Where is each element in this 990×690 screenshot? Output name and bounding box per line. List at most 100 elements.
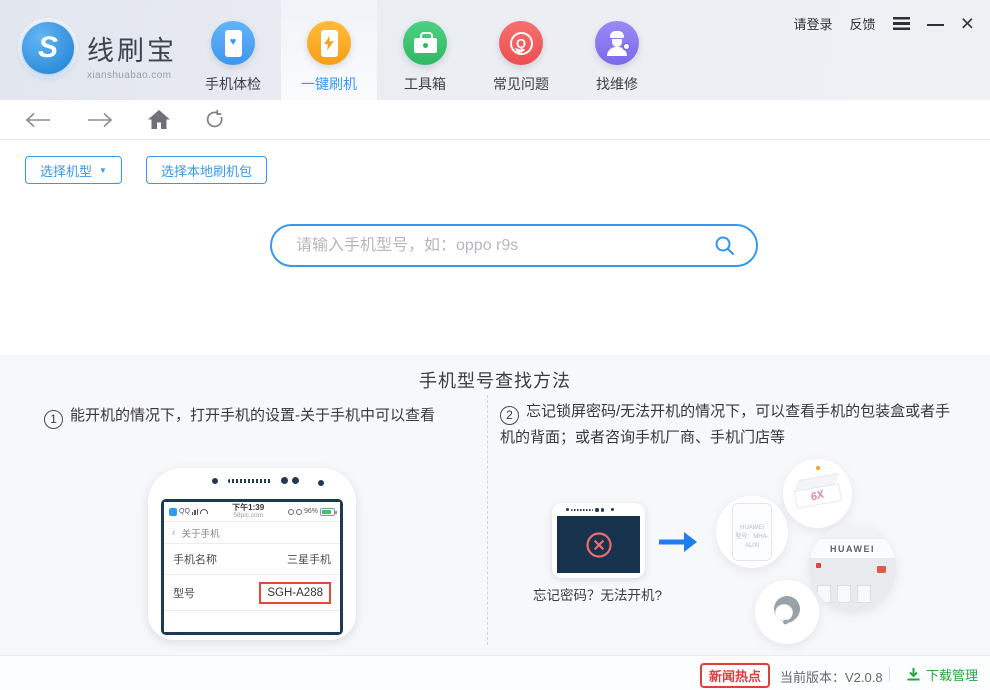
select-local-package-label: 选择本地刷机包 — [160, 163, 252, 179]
signal-icon — [191, 508, 199, 515]
status-bar-footer: 新闻热点 当前版本：V2.0.8 下载管理 — [0, 655, 990, 690]
locked-caption: 忘记密码？无法开机? — [533, 588, 663, 603]
tab-toolbox[interactable]: 工具箱 — [377, 0, 473, 100]
download-label: 下载管理 — [926, 668, 979, 683]
chevron-left-icon: ‹ — [172, 526, 176, 539]
phone-screen: QQ 下午1:39 58pic.com 96% ‹ 关于手机 手机名称 三星手机… — [161, 499, 343, 635]
chevron-down-icon: ▼ — [99, 165, 107, 175]
box-shape: 6X — [793, 473, 842, 513]
toolbox-icon — [403, 21, 447, 65]
search-input[interactable] — [272, 236, 714, 255]
error-x-icon — [585, 531, 612, 558]
tab-label: 找维修 — [596, 76, 638, 92]
back-card-model: 型号：MHA-AL00 — [735, 534, 769, 549]
home-icon — [148, 110, 170, 129]
phone-name-row: 手机名称 三星手机 — [164, 544, 340, 575]
error-screen — [557, 516, 640, 573]
brand-name: 线刷宝 — [87, 36, 177, 66]
login-link[interactable]: 请登录 — [794, 14, 833, 33]
camera-dot — [212, 478, 218, 484]
main-nav: ♥ 手机体检 一键刷机 工具箱 Q 常见问题 找维修 — [185, 0, 665, 100]
tab-find-repair[interactable]: 找维修 — [569, 0, 665, 100]
tab-phone-checkup[interactable]: ♥ 手机体检 — [185, 0, 281, 100]
feedback-link[interactable]: 反馈 — [850, 14, 876, 33]
browser-toolbar — [0, 100, 990, 140]
back-button[interactable] — [24, 111, 52, 129]
search-icon[interactable] — [714, 235, 736, 257]
phone-top-dots — [566, 508, 614, 512]
model-lookup-guide: 手机型号查找方法 1 能开机的情况下，打开手机的设置-关于手机中可以查看 2 忘记锁… — [0, 355, 990, 655]
menu-icon[interactable] — [892, 16, 910, 30]
store-front — [809, 558, 896, 611]
back-arrow-icon — [25, 112, 50, 127]
step-number-badge: 1 — [44, 409, 63, 429]
select-model-label: 选择机型 — [40, 163, 93, 179]
column-divider — [487, 395, 488, 645]
question-icon: Q — [499, 21, 543, 65]
tab-label: 工具箱 — [404, 76, 446, 92]
model-search-box — [270, 224, 758, 267]
repairman-icon — [595, 21, 639, 65]
store-photo: HUAWEI — [809, 524, 896, 611]
box-dot — [816, 466, 820, 470]
minimize-icon[interactable] — [926, 23, 944, 27]
store-sign: HUAWEI — [809, 539, 896, 558]
forward-arrow-icon — [88, 112, 113, 127]
home-button[interactable] — [148, 110, 170, 129]
forward-button[interactable] — [86, 111, 114, 129]
status-bar: QQ 下午1:39 58pic.com 96% — [164, 502, 340, 521]
step-number-badge: 2 — [500, 405, 519, 425]
phone-heart-icon: ♥ — [211, 21, 255, 65]
phone-flash-icon — [307, 21, 351, 65]
retail-box-photo: 6X — [783, 459, 852, 528]
speaker-bar — [228, 479, 272, 483]
status-time: 下午1:39 — [232, 503, 265, 513]
battery-percent: 96% — [303, 508, 318, 515]
tab-label: 一键刷机 — [301, 76, 357, 92]
download-manager-button[interactable]: 下载管理 — [906, 665, 978, 684]
step-text: 能开机的情况下，打开手机的设置-关于手机中可以查看 — [70, 407, 435, 424]
row-value: 三星手机 — [287, 554, 331, 566]
guide-step-2: 2 忘记锁屏密码/无法开机的情况下，可以查看手机的包装盒或者手机的背面；或者咨询手… — [500, 399, 956, 451]
guide-step-1: 1 能开机的情况下，打开手机的设置-关于手机中可以查看 — [44, 403, 484, 429]
step-text: 忘记锁屏密码/无法开机的情况下，可以查看手机的包装盒或者手机的背面；或者咨询手机… — [500, 403, 951, 446]
window-controls: 请登录 反馈 × — [794, 12, 974, 35]
battery-icon — [320, 507, 337, 516]
location-icon — [287, 508, 294, 515]
qq-label: QQ — [179, 508, 190, 515]
action-buttons: 选择机型 ▼ 选择本地刷机包 — [25, 156, 267, 184]
back-card-brand: HUAWEI — [740, 525, 764, 531]
brand-domain: xianshuabao.com — [87, 70, 172, 81]
box-model-label: 6X — [809, 488, 826, 504]
security-icon — [295, 508, 302, 515]
select-model-button[interactable]: 选择机型 ▼ — [25, 156, 122, 184]
select-local-package-button[interactable]: 选择本地刷机包 — [145, 156, 267, 184]
download-icon — [907, 668, 920, 681]
locked-phone-illustration — [552, 503, 645, 578]
app-header: S 线刷宝 xianshuabao.com ♥ 手机体检 一键刷机 工具箱 Q … — [0, 0, 990, 100]
model-number-row: 型号 SGH-A288 — [164, 575, 340, 611]
arrow-right-icon — [657, 528, 699, 561]
tab-label: 常见问题 — [493, 76, 549, 92]
wifi-icon — [200, 509, 209, 514]
app-logo: S 线刷宝 xianshuabao.com — [22, 22, 177, 81]
news-hotspot-button[interactable]: 新闻热点 — [700, 663, 771, 688]
guide-title: 手机型号查找方法 — [419, 371, 571, 391]
sensor-dot — [292, 477, 299, 484]
row-label: 型号 — [173, 587, 195, 600]
phone-back-photo: HUAWEI 型号：MHA-AL00 — [716, 496, 788, 568]
version-label: 当前版本：V2.0.8 — [780, 670, 883, 685]
close-icon[interactable]: × — [961, 12, 974, 35]
customer-service-photo — [755, 580, 819, 644]
about-phone-title: 关于手机 — [181, 528, 220, 540]
logo-icon: S — [22, 22, 74, 74]
status-site: 58pic.com — [233, 512, 263, 520]
refresh-button[interactable] — [204, 109, 226, 131]
tab-faq[interactable]: Q 常见问题 — [473, 0, 569, 100]
tab-one-key-flash[interactable]: 一键刷机 — [281, 0, 377, 100]
qq-icon — [169, 507, 177, 516]
sensor-dot — [281, 477, 288, 484]
settings-phone-illustration: QQ 下午1:39 58pic.com 96% ‹ 关于手机 手机名称 三星手机… — [148, 468, 356, 640]
about-phone-nav-row: ‹ 关于手机 — [164, 521, 340, 544]
refresh-icon — [206, 109, 223, 127]
